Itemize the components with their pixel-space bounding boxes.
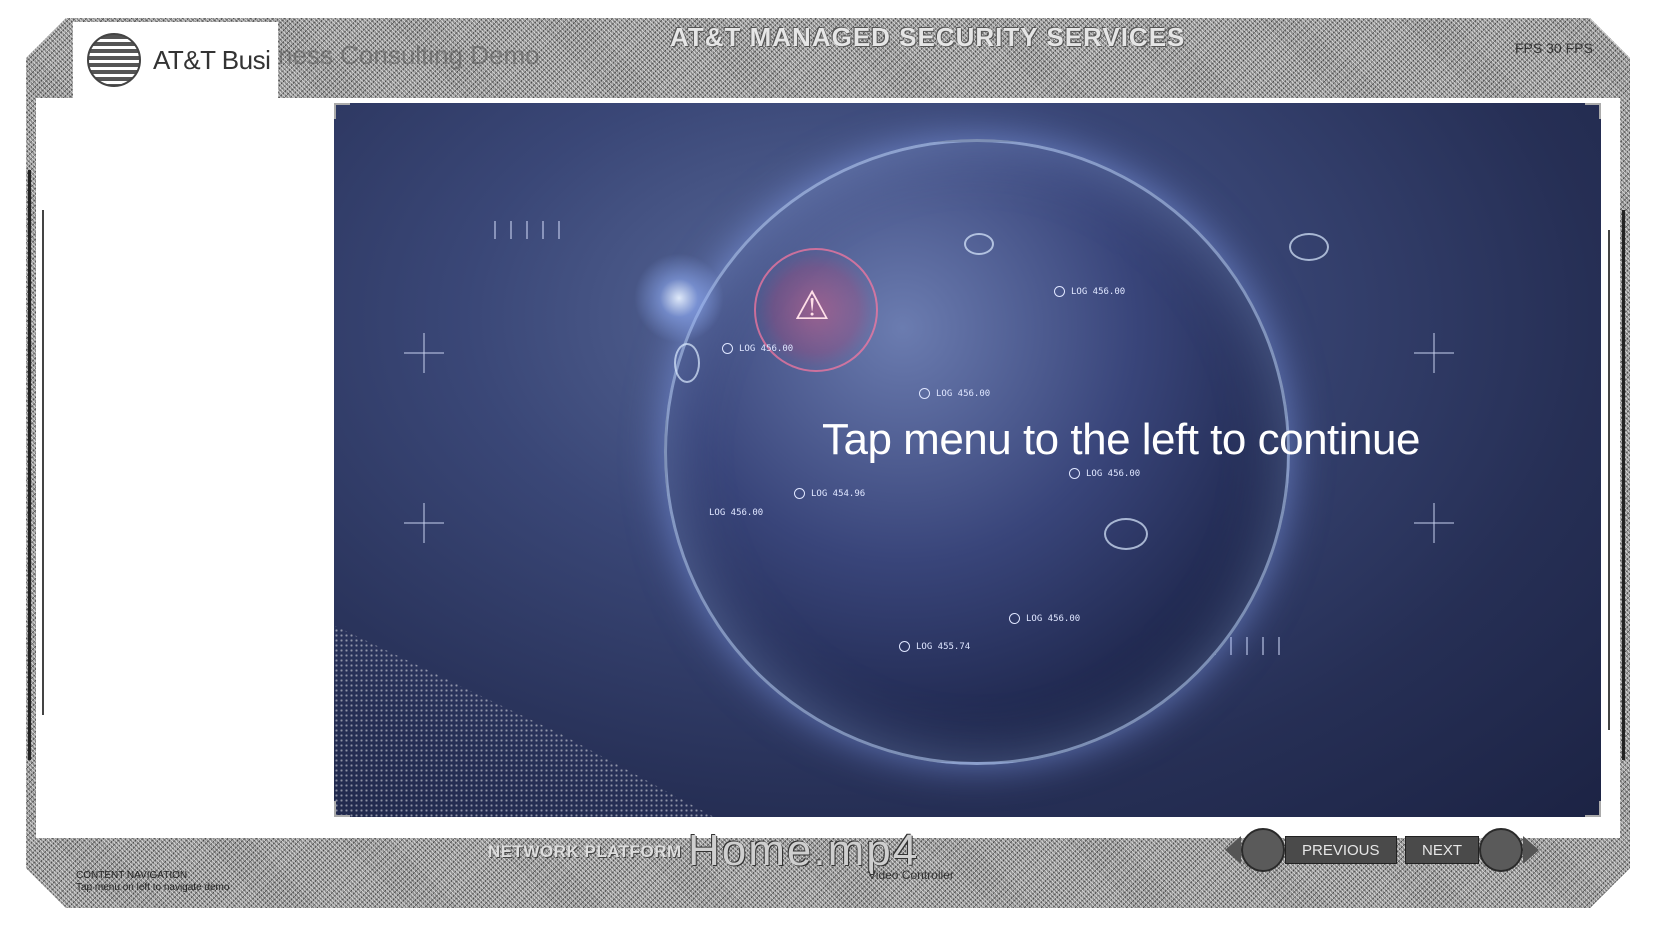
page-title: AT&T MANAGED SECURITY SERVICES [670,22,1186,52]
log-label: LOG 456.00 [1009,613,1080,624]
previous-label: PREVIOUS [1285,836,1397,864]
content-nav-title: CONTENT NAVIGATION [76,870,188,881]
swirl [1289,233,1329,261]
corner-bracket [334,103,350,119]
file-subtitle: Video Controller [868,868,954,882]
corner-bracket [1585,103,1601,119]
log-label: LOG 456.00 [722,343,793,354]
right-border-line [1622,210,1625,760]
light-flare [634,253,724,343]
log-label: LOG 456.00 [1054,286,1125,297]
right-inner-line [1608,230,1610,730]
video-player[interactable]: ⚠ LOG 456.00 LOG 456.00 LOG 456.00 LOG 4… [334,103,1601,817]
hud-crosshair [1414,333,1454,373]
previous-circle-icon [1241,828,1285,872]
next-circle-icon [1479,828,1524,872]
hud-crosshair [404,503,444,543]
brand-name-overflow: ness Consulting Demo [278,40,540,70]
swirl [674,343,700,383]
warning-icon: ⚠ [794,284,830,328]
corner-bracket [1585,801,1601,817]
hud-crosshair [1414,503,1454,543]
log-label: LOG 454.96 [794,488,865,499]
corner-bracket [334,801,350,817]
brand-logo: AT&T Busi [73,22,278,98]
log-label: LOG 455.74 [899,641,970,652]
brand-name: AT&T Busi [153,44,271,75]
header-status: FPS 30 FPS [1515,40,1593,56]
arrow-right-icon [1523,836,1540,864]
log-label: LOG 456.00 [919,388,990,399]
swirl [964,233,994,255]
previous-button[interactable]: PREVIOUS [1225,828,1397,872]
left-border-line [28,170,31,760]
particle-noise [334,625,714,817]
left-inner-line [42,210,44,715]
next-label: NEXT [1405,836,1480,864]
instruction-text: Tap menu to the left to continue [822,415,1420,464]
next-button[interactable]: NEXT [1405,828,1540,872]
hud-ticks-top-left [494,221,560,239]
swirl [1104,518,1148,550]
log-label: LOG 456.00 [709,508,764,518]
content-nav-desc: Tap menu on left to navigate demo [76,882,230,893]
log-label: LOG 456.00 [1069,468,1140,479]
arrow-left-icon [1225,836,1241,864]
hud-crosshair [404,333,444,373]
att-globe-icon [87,33,141,87]
section-label: NETWORK PLATFORM [488,842,682,861]
content-navigation-hint: CONTENT NAVIGATION Tap menu on left to n… [76,870,229,894]
